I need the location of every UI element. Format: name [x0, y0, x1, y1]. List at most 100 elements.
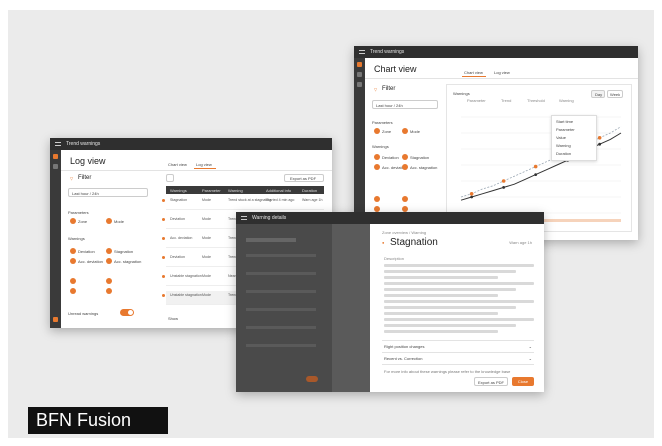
- description-step: [384, 288, 516, 291]
- active-tab-indicator: [194, 168, 216, 169]
- warning-heading: Stagnation: [390, 237, 438, 248]
- chevron-down-icon[interactable]: ⌄: [529, 344, 532, 349]
- brand-label: BFN Fusion: [28, 407, 168, 434]
- table-cell: Mode: [202, 217, 211, 221]
- acc-stagnation-checkbox[interactable]: [402, 164, 408, 170]
- stagnation-checkbox-2[interactable]: [402, 196, 408, 202]
- filter-heading: Filter: [382, 86, 396, 92]
- list-icon[interactable]: [357, 72, 362, 77]
- status-dot: [162, 218, 165, 221]
- acc-deviation-checkbox[interactable]: [70, 258, 76, 264]
- zone-checkbox[interactable]: [374, 128, 380, 134]
- deviation-checkbox[interactable]: [70, 248, 76, 254]
- active-tab-indicator: [462, 76, 486, 77]
- window-titlebar: Trend warnings: [354, 46, 638, 58]
- data-point[interactable]: [502, 186, 506, 189]
- status-dot: [162, 199, 165, 202]
- chevron-down-icon[interactable]: ⌄: [529, 356, 532, 361]
- unread-toggle-label: Unread warnings: [68, 311, 99, 316]
- warning-details-panel: Zone overview / Warning Stagnation ● War…: [370, 224, 544, 392]
- menu-icon[interactable]: [359, 50, 365, 54]
- breadcrumb: Zone overview / Warning: [382, 230, 427, 235]
- list-icon[interactable]: [53, 164, 58, 169]
- footer-note: For more info about these warnings pleas…: [384, 369, 511, 374]
- mode-label: Mode: [114, 219, 125, 224]
- period-select[interactable]: Last hour / 24h: [68, 188, 148, 197]
- data-point[interactable]: [598, 142, 602, 146]
- trend-chart[interactable]: [451, 109, 627, 227]
- back-icon[interactable]: [241, 216, 247, 220]
- zone-label: Zone: [382, 129, 392, 134]
- user-avatar[interactable]: [53, 317, 58, 322]
- data-point[interactable]: [597, 136, 602, 140]
- table-cell: Unstable stagnation: [170, 274, 202, 278]
- data-point[interactable]: [501, 179, 506, 183]
- page-title: Log view: [70, 156, 106, 166]
- data-point[interactable]: [470, 195, 474, 199]
- menu-icon[interactable]: [55, 142, 61, 146]
- data-point[interactable]: [534, 173, 538, 176]
- table-row[interactable]: Stagnation Mode Trend stuck at a stagnatin…: [162, 196, 324, 210]
- app-title: Trend warnings: [66, 141, 101, 147]
- column-header[interactable]: Duration: [302, 188, 317, 193]
- pagination-label: Show: [168, 316, 179, 321]
- parameters-heading: Parameters: [68, 210, 89, 215]
- deviation-checkbox-2[interactable]: [374, 196, 380, 202]
- table-cell: Mode: [202, 255, 211, 259]
- tooltip-row: Parameter: [556, 127, 575, 132]
- mode-checkbox[interactable]: [402, 128, 408, 134]
- warning-details-window: Warning details Zone overview / Warning …: [236, 212, 544, 392]
- tab-chart-view[interactable]: Chart view: [168, 162, 187, 167]
- accordion-item[interactable]: Recent vs. Correction: [384, 356, 422, 361]
- data-point[interactable]: [533, 164, 538, 169]
- stagnation-checkbox-2[interactable]: [106, 278, 112, 284]
- table-cell: Mode: [202, 198, 211, 202]
- period-select[interactable]: Last hour / 24h: [372, 100, 438, 109]
- acc-deviation-checkbox[interactable]: [374, 164, 380, 170]
- zone-checkbox[interactable]: [70, 218, 76, 224]
- unread-toggle[interactable]: [120, 309, 134, 316]
- table-cell: Warn age 1h: [302, 198, 323, 202]
- background-table-dimmed: [332, 224, 370, 392]
- column-header[interactable]: Warning: [228, 188, 243, 193]
- data-point[interactable]: [469, 192, 474, 196]
- deviation-checkbox-2[interactable]: [70, 278, 76, 284]
- stagnation-checkbox[interactable]: [402, 154, 408, 160]
- deviation-checkbox[interactable]: [374, 154, 380, 160]
- accordion-item[interactable]: Right position changes: [384, 344, 424, 349]
- acc-stagnation-checkbox-2[interactable]: [106, 288, 112, 294]
- column-header[interactable]: Warnings: [170, 188, 187, 193]
- table-cell: Mode: [202, 274, 211, 278]
- warning-icon: ●: [382, 240, 385, 245]
- close-button[interactable]: Close: [512, 377, 534, 386]
- legend-warning: Warning: [559, 98, 574, 103]
- range-day-button[interactable]: Day: [591, 90, 605, 98]
- description-step: [384, 276, 498, 279]
- table-cell: Unstable stagnation: [170, 293, 202, 297]
- mode-checkbox[interactable]: [106, 218, 112, 224]
- settings-icon[interactable]: [357, 82, 362, 87]
- export-pdf-button[interactable]: Export as PDF: [474, 377, 508, 386]
- range-week-button[interactable]: Week: [607, 90, 623, 98]
- chart-title: Warnings: [453, 91, 470, 96]
- export-pdf-button[interactable]: Export as PDF: [284, 174, 324, 182]
- series-line-1: [460, 126, 622, 198]
- acc-stagnation-label: Acc. stagnation: [410, 165, 438, 170]
- page-title: Chart view: [374, 64, 417, 74]
- column-header[interactable]: Parameter: [202, 188, 221, 193]
- filter-toggle-button[interactable]: [166, 174, 174, 182]
- stagnation-checkbox[interactable]: [106, 248, 112, 254]
- acc-deviation-checkbox-2[interactable]: [70, 288, 76, 294]
- trend-icon[interactable]: [357, 62, 362, 67]
- acc-stagnation-checkbox[interactable]: [106, 258, 112, 264]
- tab-chart-view[interactable]: Chart view: [464, 70, 483, 75]
- warnings-heading: Warnings: [68, 236, 85, 241]
- tab-log-view[interactable]: Log view: [196, 162, 212, 167]
- tab-log-view[interactable]: Log view: [494, 70, 510, 75]
- table-cell: Deviation: [170, 217, 185, 221]
- window-titlebar: Trend warnings: [50, 138, 332, 150]
- trend-icon[interactable]: [53, 154, 58, 159]
- deviation-label: Deviation: [78, 249, 95, 254]
- column-header[interactable]: Additional info: [266, 188, 291, 193]
- filter-icon: ▽: [70, 176, 74, 181]
